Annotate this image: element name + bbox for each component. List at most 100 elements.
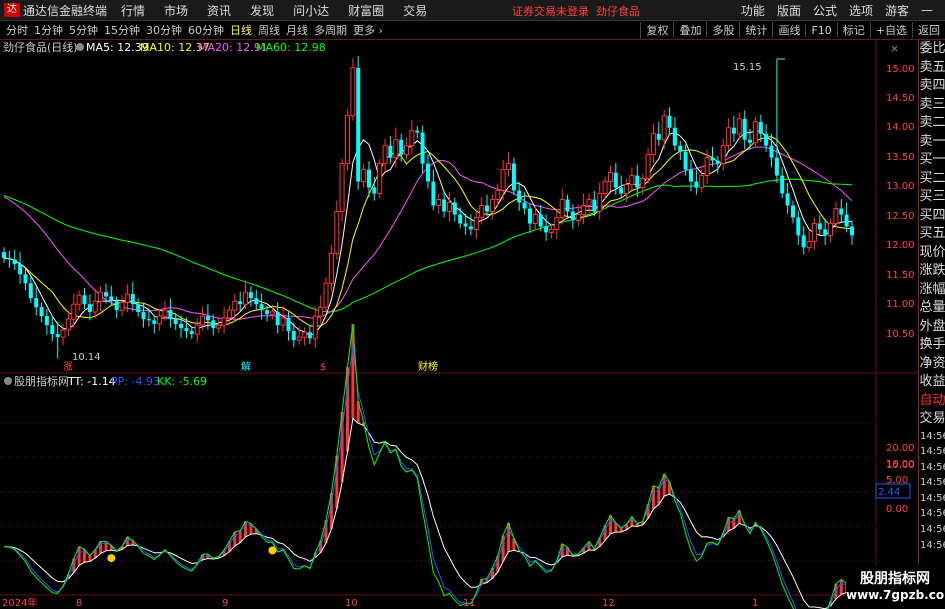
add-watchlist-button[interactable]: +自选 [869,22,912,38]
candle-body [479,205,485,218]
candle-body [517,190,522,203]
menu-formula[interactable]: 公式 [813,2,837,19]
indicator-settings-icon[interactable] [4,377,12,385]
watermark-title: 股朋指标网 [860,571,930,587]
candle-body [152,320,157,324]
candle-body [238,301,243,305]
price-tick: 14.00 [886,122,915,133]
tick-time: 14:56 [920,524,945,536]
candlesticks [2,56,854,359]
menu-discover[interactable]: 发现 [250,2,274,19]
chart-area[interactable]: 劲仔食品(日线) MA5: 12.39 MA10: 12.37 MA20: 12… [0,40,918,609]
menu-wealth[interactable]: 财富圈 [348,2,384,19]
time-label: 9 [222,598,228,609]
period-intraday[interactable]: 分时 [6,22,28,38]
menu-function[interactable]: 功能 [741,2,765,19]
draw-line-button[interactable]: 画线 [772,22,805,38]
event-label-unlock[interactable]: 解 [241,360,251,373]
candle-body [431,181,436,206]
menu-ask[interactable]: 问小达 [293,2,329,19]
minimize-icon[interactable]: — [921,3,933,17]
side-bid3[interactable]: 买三 [919,188,945,207]
stats-button[interactable]: 统计 [739,22,772,38]
candle-body [565,199,570,212]
candle-body [850,226,854,236]
side-auto[interactable]: 自动 [919,392,945,411]
side-change-pct[interactable]: 涨幅 [919,281,945,300]
candle-body [323,282,329,308]
candle-body [774,157,779,176]
candle-body [592,199,597,212]
side-ask1[interactable]: 卖一 [919,133,945,152]
menu-trade[interactable]: 交易 [403,2,427,19]
candle-body [495,190,501,200]
tick-time: 14:56 [920,461,945,473]
high-price-label: 15.15 [733,62,762,73]
period-15min[interactable]: 15分钟 [104,22,140,38]
multi-stock-button[interactable]: 多股 [706,22,739,38]
side-volume[interactable]: 总量 [919,299,945,318]
period-5min[interactable]: 5分钟 [69,22,98,38]
mark-button[interactable]: 标记 [836,22,870,38]
tick-time: 14:56 [920,430,945,442]
candle-body [232,300,238,311]
side-eps[interactable]: 收益 [919,373,945,392]
time-label: 11 [463,598,476,609]
candle-body [345,115,350,165]
price-tick: 11.50 [886,270,915,281]
price-tick: 11.00 [886,299,915,310]
candle-body [189,331,194,335]
event-label-dividend[interactable]: $ [320,362,326,373]
event-label-finance[interactable]: 财榜 [418,360,438,373]
side-ask3[interactable]: 卖三 [919,96,945,115]
side-price[interactable]: 现价 [919,244,945,263]
candle-body [205,316,210,321]
period-weekly[interactable]: 周线 [258,22,280,38]
period-60min[interactable]: 60分钟 [188,22,224,38]
login-status[interactable]: 证券交易未登录 劲仔食品 [512,3,640,19]
side-bid1[interactable]: 买一 [919,151,945,170]
side-outer[interactable]: 外盘 [919,318,945,337]
candle-body [296,336,302,341]
period-monthly[interactable]: 月线 [286,22,308,38]
side-ask2[interactable]: 卖二 [919,114,945,133]
side-weibi[interactable]: 委比 [919,40,945,59]
watermark: 股朋指标网 www.7gpzb.com [846,565,945,609]
menu-news[interactable]: 资讯 [207,2,231,19]
side-turnover[interactable]: 换手 [919,336,945,355]
user-guest[interactable]: 游客 [885,2,909,19]
adjust-button[interactable]: 复权 [640,22,673,38]
menu-layout[interactable]: 版面 [777,2,801,19]
period-multi[interactable]: 多周期 [314,22,347,38]
grid-lines [0,40,918,596]
candle-body [109,296,114,302]
candle-body [720,145,726,165]
menu-market-quotes[interactable]: 行情 [121,2,145,19]
event-label-limitup[interactable]: 涨 [63,361,73,373]
side-nav[interactable]: 净资 [919,355,945,374]
candle-body [597,193,603,212]
side-ask5[interactable]: 卖五 [919,59,945,78]
period-1min[interactable]: 1分钟 [34,22,63,38]
side-change[interactable]: 涨跌 [919,262,945,281]
candle-body [656,133,661,140]
close-chart-icon[interactable]: × [890,42,899,55]
menu-market[interactable]: 市场 [164,2,188,19]
f10-button[interactable]: F10 [805,23,836,37]
back-button[interactable]: 返回 [912,22,945,38]
side-bid5[interactable]: 买五 [919,225,945,244]
period-30min[interactable]: 30分钟 [146,22,182,38]
candle-body [506,163,511,171]
candle-body [361,169,367,183]
overlay-button[interactable]: 叠加 [673,22,706,38]
period-daily[interactable]: 日线 [230,22,252,38]
menu-options[interactable]: 选项 [849,2,873,19]
side-trade[interactable]: 交易 [919,410,945,429]
candle-body [226,309,232,319]
chart-settings-icon[interactable] [76,43,84,51]
candle-body [104,292,108,297]
side-ask4[interactable]: 卖四 [919,77,945,96]
period-more[interactable]: 更多 › [353,22,383,38]
side-bid4[interactable]: 买四 [919,207,945,226]
side-bid2[interactable]: 买二 [919,170,945,189]
